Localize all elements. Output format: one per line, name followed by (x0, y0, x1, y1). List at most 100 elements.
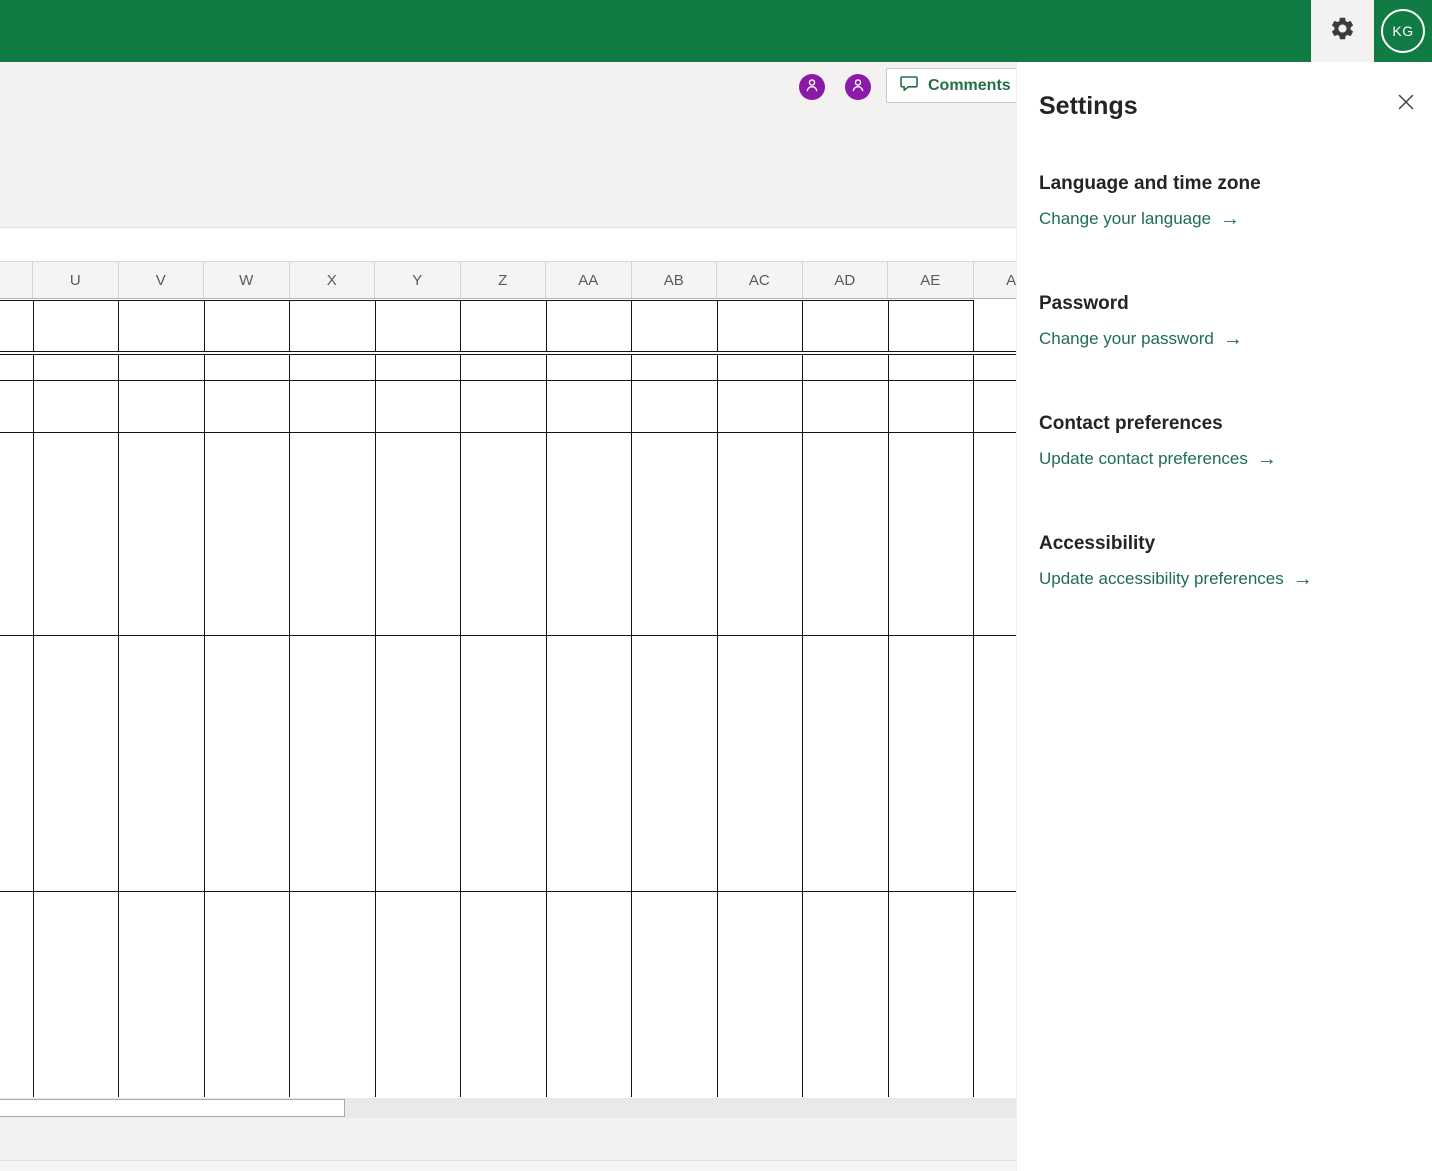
section-heading: Contact preferences (1039, 413, 1223, 434)
horizontal-scrollbar-thumb[interactable] (0, 1099, 345, 1117)
grid-cell[interactable] (289, 635, 376, 892)
grid-cell[interactable] (203, 352, 290, 381)
grid-cell[interactable] (631, 300, 718, 355)
grid-cell[interactable] (460, 380, 547, 433)
column-header[interactable] (0, 262, 33, 298)
grid-cell[interactable] (118, 380, 205, 433)
grid-cell[interactable] (374, 352, 461, 381)
grid-cell[interactable] (118, 891, 205, 1097)
spreadsheet-grid[interactable] (0, 300, 1060, 1097)
grid-cell[interactable] (545, 635, 632, 892)
grid-cell[interactable] (374, 432, 461, 636)
grid-cell[interactable] (289, 432, 376, 636)
grid-cell[interactable] (32, 380, 119, 433)
grid-cell[interactable] (716, 635, 803, 892)
settings-button[interactable] (1311, 0, 1374, 62)
grid-cell[interactable] (887, 300, 974, 355)
change-language-link[interactable]: Change your language → (1039, 209, 1240, 229)
grid-cell[interactable] (716, 891, 803, 1097)
update-contact-preferences-link[interactable]: Update contact preferences → (1039, 449, 1277, 469)
horizontal-scrollbar-track[interactable] (0, 1098, 1060, 1118)
column-header[interactable]: AC (717, 262, 803, 298)
grid-cell[interactable] (887, 635, 974, 892)
grid-cell[interactable] (374, 300, 461, 355)
grid-cell[interactable] (374, 635, 461, 892)
grid-cell[interactable] (0, 635, 34, 892)
column-header[interactable]: X (290, 262, 375, 298)
grid-cell[interactable] (802, 432, 889, 636)
column-header[interactable]: AD (803, 262, 888, 298)
grid-cell[interactable] (631, 352, 718, 381)
grid-cell[interactable] (32, 635, 119, 892)
column-header[interactable]: Z (461, 262, 546, 298)
account-button[interactable]: KG (1374, 0, 1432, 62)
grid-cell[interactable] (460, 635, 547, 892)
grid-cell[interactable] (289, 300, 376, 355)
grid-cell[interactable] (460, 300, 547, 355)
grid-cell[interactable] (887, 432, 974, 636)
grid-row (0, 380, 1060, 433)
column-header[interactable]: V (119, 262, 204, 298)
settings-section-accessibility: Accessibility Update accessibility prefe… (1039, 532, 1399, 589)
grid-cell[interactable] (545, 891, 632, 1097)
settings-panel: Settings Language and time zone Change y… (1016, 62, 1432, 1171)
grid-cell[interactable] (0, 891, 34, 1097)
grid-cell[interactable] (716, 432, 803, 636)
grid-cell[interactable] (203, 300, 290, 355)
grid-cell[interactable] (32, 891, 119, 1097)
grid-cell[interactable] (631, 635, 718, 892)
grid-cell[interactable] (545, 432, 632, 636)
grid-cell[interactable] (32, 352, 119, 381)
grid-cell[interactable] (631, 380, 718, 433)
update-accessibility-preferences-link[interactable]: Update accessibility preferences → (1039, 569, 1313, 589)
grid-cell[interactable] (118, 300, 205, 355)
grid-cell[interactable] (118, 352, 205, 381)
grid-cell[interactable] (118, 635, 205, 892)
grid-cell[interactable] (203, 380, 290, 433)
grid-cell[interactable] (887, 352, 974, 381)
grid-cell[interactable] (802, 380, 889, 433)
column-header[interactable]: AA (546, 262, 632, 298)
presence-avatar[interactable] (799, 74, 825, 100)
grid-cell[interactable] (716, 352, 803, 381)
grid-cell[interactable] (0, 352, 34, 381)
grid-cell[interactable] (716, 300, 803, 355)
grid-cell[interactable] (887, 891, 974, 1097)
grid-cell[interactable] (545, 380, 632, 433)
grid-cell[interactable] (802, 891, 889, 1097)
grid-cell[interactable] (289, 352, 376, 381)
grid-cell[interactable] (289, 380, 376, 433)
grid-cell[interactable] (631, 432, 718, 636)
presence-avatar[interactable] (845, 74, 871, 100)
change-password-link[interactable]: Change your password → (1039, 329, 1243, 349)
column-header[interactable]: U (33, 262, 119, 298)
column-header[interactable]: AE (888, 262, 974, 298)
grid-cell[interactable] (545, 300, 632, 355)
close-settings-button[interactable] (1394, 92, 1418, 116)
column-header[interactable]: Y (375, 262, 461, 298)
grid-cell[interactable] (203, 432, 290, 636)
grid-cell[interactable] (0, 300, 34, 355)
grid-cell[interactable] (545, 352, 632, 381)
grid-cell[interactable] (203, 635, 290, 892)
grid-cell[interactable] (203, 891, 290, 1097)
grid-cell[interactable] (460, 352, 547, 381)
grid-cell[interactable] (716, 380, 803, 433)
grid-cell[interactable] (32, 432, 119, 636)
grid-cell[interactable] (802, 635, 889, 892)
column-header[interactable]: W (204, 262, 290, 298)
grid-cell[interactable] (460, 891, 547, 1097)
grid-cell[interactable] (289, 891, 376, 1097)
grid-cell[interactable] (0, 432, 34, 636)
grid-cell[interactable] (118, 432, 205, 636)
grid-cell[interactable] (802, 352, 889, 381)
column-header[interactable]: AB (632, 262, 717, 298)
grid-cell[interactable] (631, 891, 718, 1097)
grid-cell[interactable] (802, 300, 889, 355)
grid-cell[interactable] (32, 300, 119, 355)
grid-cell[interactable] (0, 380, 34, 433)
grid-cell[interactable] (460, 432, 547, 636)
grid-cell[interactable] (887, 380, 974, 433)
grid-cell[interactable] (374, 891, 461, 1097)
grid-cell[interactable] (374, 380, 461, 433)
